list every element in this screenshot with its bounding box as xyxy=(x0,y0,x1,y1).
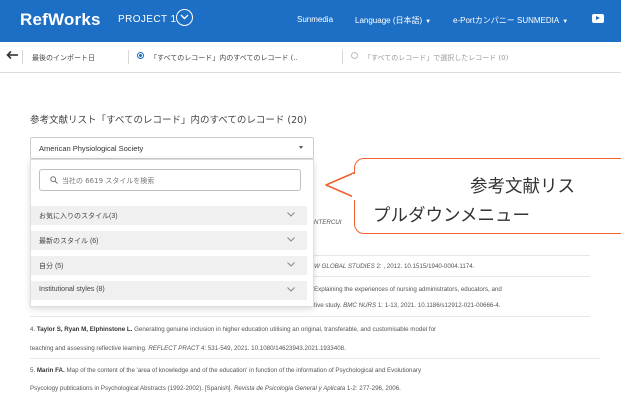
reference-4-details: 4: 531-549, 2021. 10.1080/14623943.2021.… xyxy=(199,345,346,352)
divider xyxy=(22,50,23,64)
reference-1-fragment: NTERCUI xyxy=(314,219,342,226)
reference-5-line2: Psycology publications in Psychological … xyxy=(30,385,401,392)
back-arrow-icon[interactable] xyxy=(6,50,19,60)
reference-2-details: 2: , 2012. 10.1515/1940-0004.1174. xyxy=(374,263,475,270)
style-group-label: 自分 (5) xyxy=(39,263,64,270)
reference-2-fragment: W GLOBAL STUDIES 2: , 2012. 10.1515/1940… xyxy=(314,263,474,270)
reference-5-number: 5. xyxy=(30,367,37,374)
scope-option-all-label[interactable]: 「すべてのレコード」内のすべてのレコード (.. xyxy=(150,53,298,63)
reference-4-line1: 4. Taylor S, Ryan M, Elphinstone L. Gene… xyxy=(30,326,436,333)
top-header: RefWorks PROJECT 1 Sunmedia Language (日本… xyxy=(0,0,621,42)
organization-label: e-Portカンパニー SUNMEDIA xyxy=(453,16,560,25)
reference-4-authors: Taylor S, Ryan M, Elphinstone L. xyxy=(36,326,133,333)
reference-5-line1: 5. Marin FA. Map of the content of the '… xyxy=(30,367,421,374)
caret-down-icon xyxy=(299,146,303,149)
reference-4-line2: teaching and assessing reflective learni… xyxy=(30,345,346,352)
chevron-down-icon xyxy=(287,287,295,292)
caret-down-icon: ▼ xyxy=(425,19,432,25)
chevron-down-icon xyxy=(287,212,295,217)
reference-2-journal: W GLOBAL STUDIES xyxy=(314,263,375,270)
divider xyxy=(30,316,590,317)
style-group-label: 最新のスタイル (6) xyxy=(39,238,99,245)
reference-3-fragment-line1: Explaining the experiences of nursing ad… xyxy=(314,286,502,293)
record-scope-toolbar: 最後のインポート日 「すべてのレコード」内のすべてのレコード (.. 「すべての… xyxy=(0,42,621,73)
style-search-input[interactable] xyxy=(60,173,294,189)
style-group-label: Institutional styles (8) xyxy=(39,286,105,293)
style-group-label: お気に入りのスタイル(3) xyxy=(39,213,118,220)
project-name[interactable]: PROJECT 1 xyxy=(118,14,176,25)
reference-3-details: 1: 1-13, 2021. 10.1186/s12912-021-00666-… xyxy=(376,302,501,309)
scope-radio-all[interactable] xyxy=(137,52,144,59)
style-group-favorites[interactable]: お気に入りのスタイル(3) xyxy=(31,206,307,225)
chevron-down-icon xyxy=(180,14,189,20)
reference-4-title: Generating genuine inclusion in higher e… xyxy=(132,326,437,333)
reference-3-prefix: tive study. xyxy=(314,302,344,309)
reference-1-journal: NTERCUI xyxy=(314,219,342,226)
reference-5-authors: Marin FA. xyxy=(36,367,65,374)
chevron-down-icon xyxy=(287,237,295,242)
scope-option-selected-label[interactable]: 「すべてのレコード」で選択したレコード (0) xyxy=(364,53,508,63)
reference-4-journal: REFLECT PRACT xyxy=(148,345,200,352)
reference-3-journal: BMC NURS xyxy=(343,302,377,309)
reference-5-title: Map of the content of the 'area of knowl… xyxy=(64,367,422,374)
reference-5-journal: Revista de Psicologia General y Aplicata xyxy=(233,385,346,392)
callout-text-line2: プルダウンメニュー xyxy=(373,206,530,226)
user-menu[interactable]: Sunmedia xyxy=(297,15,333,24)
style-group-institutional[interactable]: Institutional styles (8) xyxy=(31,281,307,300)
caret-down-icon: ▼ xyxy=(562,19,569,25)
video-help-icon[interactable] xyxy=(592,14,604,23)
citation-style-value: American Physiological Society xyxy=(39,144,144,153)
project-dropdown-toggle[interactable] xyxy=(176,9,193,26)
search-icon xyxy=(50,176,58,184)
callout-joint xyxy=(352,174,358,200)
divider xyxy=(128,50,129,64)
citation-style-dropdown: お気に入りのスタイル(3) 最新のスタイル (6) 自分 (5) Institu… xyxy=(30,159,314,307)
reference-4-title-cont: teaching and assessing reflective learni… xyxy=(30,345,149,352)
scope-radio-selected[interactable] xyxy=(351,52,358,59)
citation-style-select[interactable]: American Physiological Society xyxy=(30,137,314,159)
language-menu[interactable]: Language (日本語) ▼ xyxy=(355,15,431,26)
reference-5-details: 1-2: 277-296, 2006. xyxy=(345,385,401,392)
last-import-label[interactable]: 最後のインポート日 xyxy=(32,53,95,63)
reference-3-fragment-line2: tive study. BMC NURS 1: 1-13, 2021. 10.1… xyxy=(314,302,501,309)
brand-logo[interactable]: RefWorks xyxy=(20,10,101,30)
style-group-recent[interactable]: 最新のスタイル (6) xyxy=(31,231,307,250)
callout-text-line1: 参考文献リス xyxy=(470,177,575,197)
divider xyxy=(30,358,600,359)
style-search-box[interactable] xyxy=(39,169,301,191)
style-group-mine[interactable]: 自分 (5) xyxy=(31,256,307,275)
reference-5-title-cont: Psycology publications in Psychological … xyxy=(30,385,234,392)
reference-4-number: 4. xyxy=(30,326,37,333)
chevron-down-icon xyxy=(287,262,295,267)
organization-menu[interactable]: e-Portカンパニー SUNMEDIA ▼ xyxy=(453,15,568,26)
divider xyxy=(342,50,343,64)
language-label: Language (日本語) xyxy=(355,16,423,25)
bibliography-title: 参考文献リスト「すべてのレコード」内のすべてのレコード (20) xyxy=(30,115,307,126)
